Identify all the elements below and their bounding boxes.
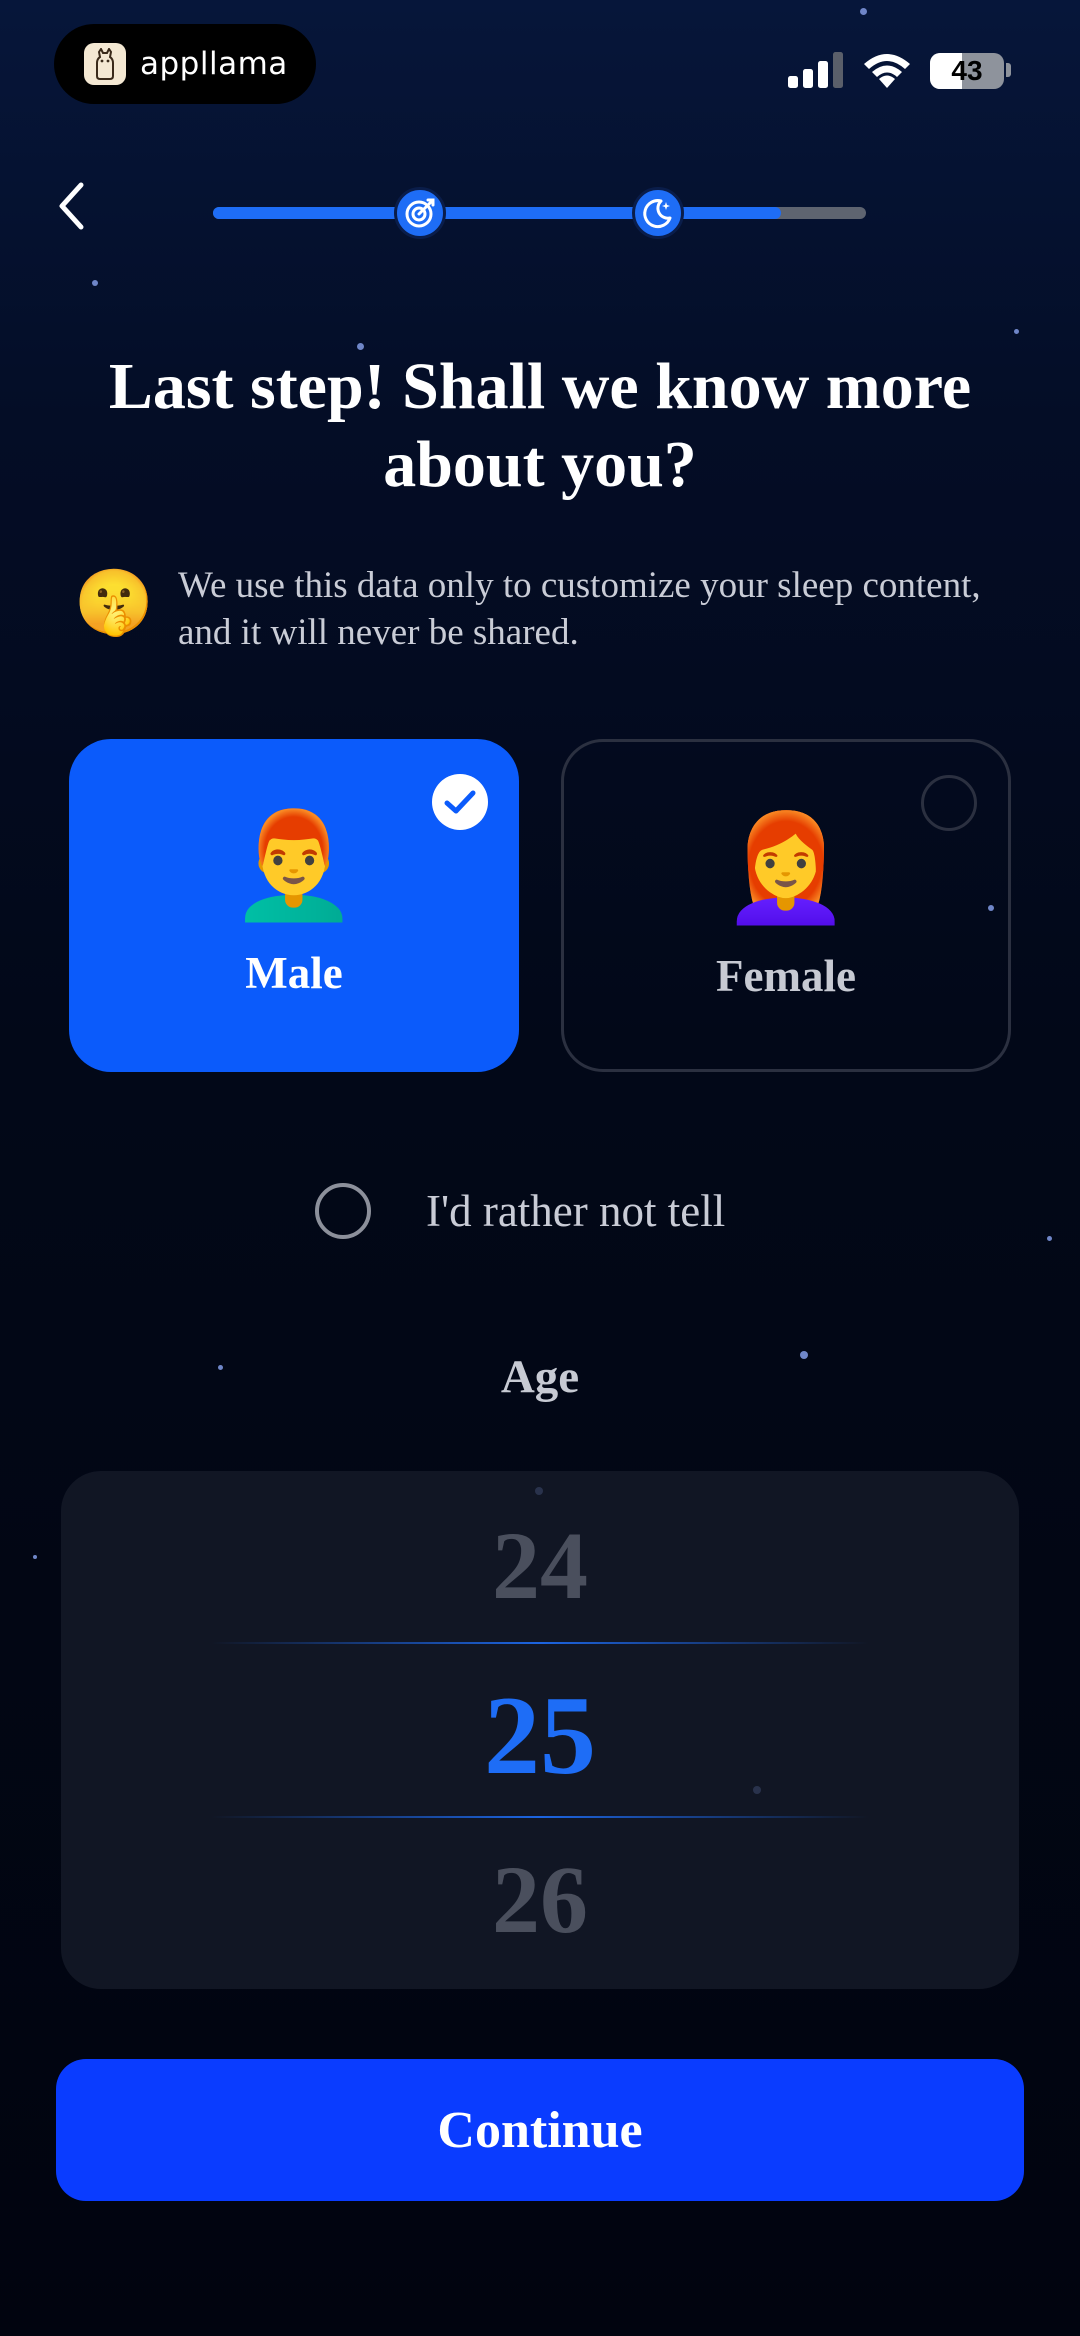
continue-button-label: Continue xyxy=(437,2101,643,2159)
battery-nub xyxy=(1006,63,1011,77)
app-name: appllama xyxy=(140,46,288,82)
star xyxy=(92,280,98,286)
progress-fill xyxy=(213,207,782,219)
star xyxy=(860,8,867,15)
picker-divider-top xyxy=(211,1642,869,1644)
prefer-not-tell-label[interactable]: I'd rather not tell xyxy=(426,1183,725,1239)
target-icon xyxy=(394,187,446,239)
gender-label-female: Female xyxy=(716,951,856,1001)
gender-option-female[interactable]: 👩‍🦰 Female xyxy=(561,739,1011,1072)
star xyxy=(1047,1236,1052,1241)
page-title: Last step! Shall we know more about you? xyxy=(108,350,972,501)
star xyxy=(33,1555,37,1559)
prefer-not-tell-radio[interactable] xyxy=(315,1183,371,1239)
shushing-face-emoji-icon: 🤫 xyxy=(74,566,154,640)
age-option-previous[interactable]: 24 xyxy=(61,1511,1019,1621)
age-option-next[interactable]: 26 xyxy=(61,1845,1019,1955)
gender-option-male[interactable]: 👨‍🦰 Male xyxy=(69,739,519,1072)
picker-divider-bottom xyxy=(211,1816,869,1818)
age-label: Age xyxy=(500,1351,580,1403)
continue-button[interactable]: Continue xyxy=(56,2059,1024,2201)
age-option-selected[interactable]: 25 xyxy=(61,1671,1019,1801)
moon-star-icon xyxy=(632,187,684,239)
onboarding-progress-bar xyxy=(213,207,866,219)
woman-emoji-icon: 👩‍🦰 xyxy=(721,807,851,929)
llama-logo-icon xyxy=(84,43,126,85)
chevron-left-icon xyxy=(59,182,84,230)
gender-label-male: Male xyxy=(245,948,343,998)
privacy-notice: We use this data only to customize your … xyxy=(178,565,981,653)
age-picker[interactable]: 24 25 26 xyxy=(61,1471,1019,1989)
back-button[interactable] xyxy=(56,176,100,236)
star xyxy=(1014,329,1019,334)
cellular-signal-icon xyxy=(788,52,843,88)
battery-icon: 43 xyxy=(930,53,1004,89)
man-emoji-icon: 👨‍🦰 xyxy=(229,804,359,926)
battery-percentage: 43 xyxy=(951,55,983,86)
app-indicator-pill[interactable]: appllama xyxy=(54,24,316,104)
wifi-icon xyxy=(864,54,910,88)
